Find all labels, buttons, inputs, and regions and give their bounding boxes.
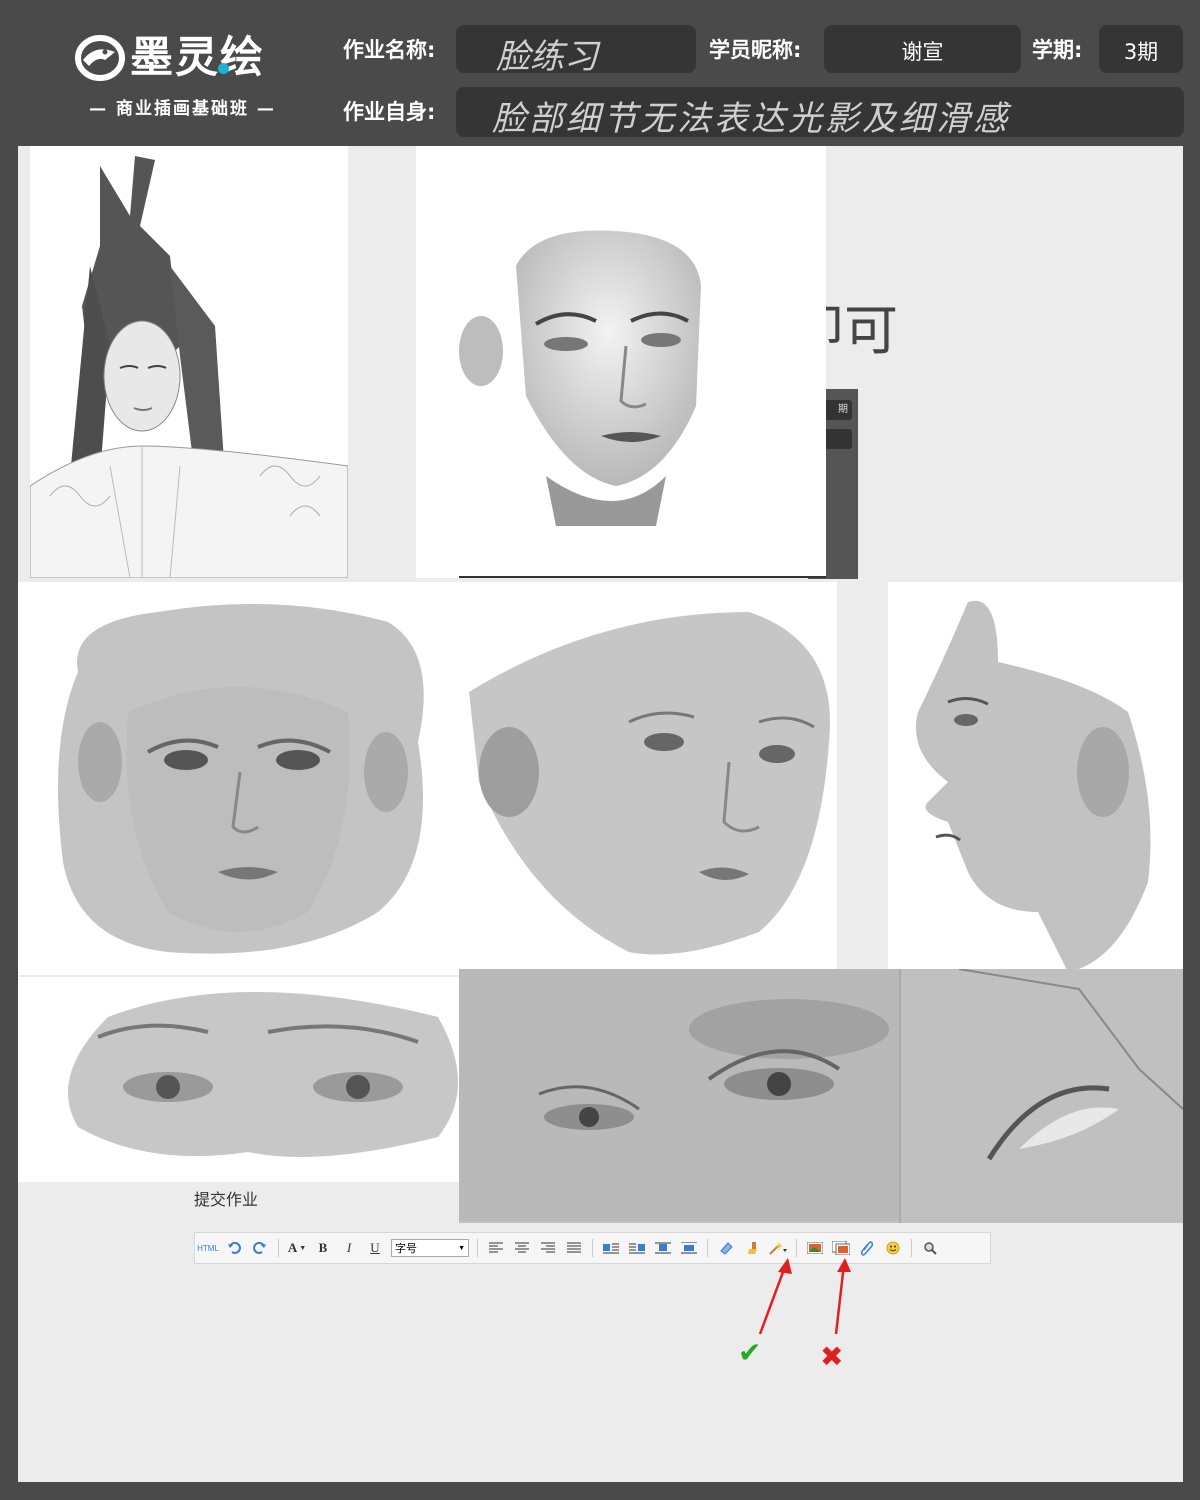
redo-icon[interactable] [249, 1237, 271, 1259]
assignment-name-field[interactable]: 脸练习 [456, 25, 696, 73]
undo-icon[interactable] [223, 1237, 245, 1259]
toolbar-separator [707, 1239, 708, 1257]
artwork-face-profile [888, 582, 1183, 975]
eraser-icon[interactable] [715, 1237, 737, 1259]
term-field[interactable]: 3期 [1099, 25, 1183, 73]
select-arrow-icon: ▼ [458, 1244, 465, 1252]
logo-subtitle: — 商业插画基础班 — [89, 99, 276, 119]
chevron-down-icon: ▼ [299, 1244, 307, 1252]
toolbar-separator [477, 1239, 478, 1257]
font-size-select[interactable]: 字号 ▼ [391, 1239, 469, 1257]
image-left-icon[interactable] [600, 1237, 622, 1259]
correct-check-icon: ✔ [738, 1336, 762, 1369]
homework-canvas: 即可 期 提交作业 HTML A ▼ B I U 字号 ▼ ✔ ✖ [18, 146, 1183, 1482]
term-label: 学期: [1032, 38, 1083, 62]
artwork-face-three-quarter [416, 146, 826, 578]
search-icon[interactable] [919, 1237, 941, 1259]
artwork-face-angled [459, 582, 837, 975]
header: 墨灵绘 — 商业插画基础班 — 作业名称: 脸练习 学员昵称: 谢宣 学期: 3… [0, 0, 1200, 146]
self-assessment-value: 脸部细节无法表达光影及细滑感 [492, 99, 1010, 137]
artwork-character-sketch [30, 146, 348, 578]
align-right-icon[interactable] [537, 1237, 559, 1259]
html-source-button[interactable]: HTML [197, 1237, 219, 1259]
bold-button[interactable]: B [312, 1237, 334, 1259]
align-center-icon[interactable] [511, 1237, 533, 1259]
image-block-icon[interactable] [678, 1237, 700, 1259]
underline-button[interactable]: U [364, 1237, 386, 1259]
term-value: 3期 [1123, 40, 1159, 64]
image-inline-icon[interactable] [652, 1237, 674, 1259]
align-left-icon[interactable] [485, 1237, 507, 1259]
align-justify-icon[interactable] [563, 1237, 585, 1259]
font-size-value: 字号 [395, 1243, 417, 1255]
logo-text: 墨灵绘 [130, 33, 265, 83]
assignment-name-label: 作业名称: [343, 38, 436, 62]
toolbar-separator [278, 1239, 279, 1257]
font-color-label: A [287, 1240, 298, 1255]
logo-dot [218, 63, 229, 74]
submit-homework-title: 提交作业 [194, 1192, 259, 1209]
self-assessment-field[interactable]: 脸部细节无法表达光影及细滑感 [456, 87, 1184, 137]
image-right-icon[interactable] [626, 1237, 648, 1259]
artwork-eyes-frontal [18, 977, 459, 1182]
student-nickname-value: 谢宣 [901, 40, 944, 64]
logo-mark-icon [75, 35, 125, 81]
toolbar-separator [796, 1239, 797, 1257]
student-nickname-label: 学员昵称: [709, 38, 802, 62]
artwork-face-frontal [18, 582, 459, 975]
font-color-button[interactable]: A ▼ [286, 1237, 308, 1259]
artwork-eyes-closeup [459, 969, 1183, 1223]
toolbar-separator [592, 1239, 593, 1257]
italic-button[interactable]: I [338, 1237, 360, 1259]
toolbar-separator [911, 1239, 912, 1257]
student-nickname-field[interactable]: 谢宣 [824, 25, 1021, 73]
self-assessment-label: 作业自身: [343, 100, 436, 124]
wrong-cross-icon: ✖ [820, 1340, 844, 1373]
logo: 墨灵绘 — 商业插画基础班 — [75, 34, 290, 124]
assignment-name-value: 脸练习 [496, 37, 598, 73]
annotation-arrows [758, 1258, 851, 1335]
